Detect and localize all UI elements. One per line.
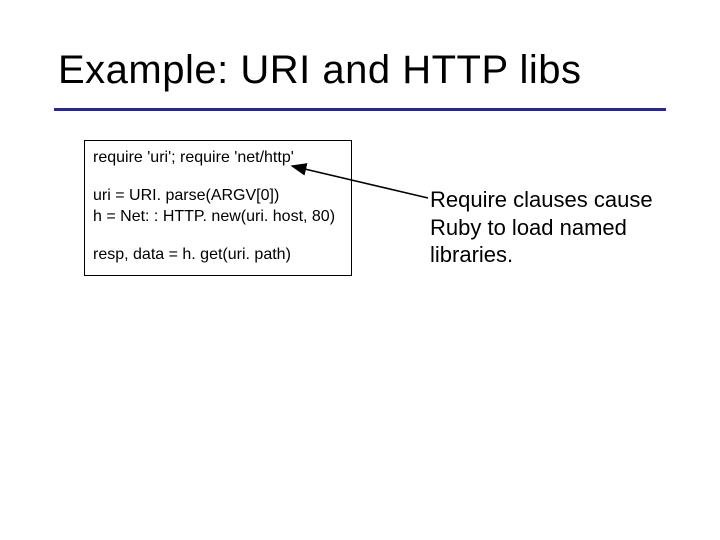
code-blank-1 — [93, 169, 343, 185]
slide-title: Example: URI and HTTP libs — [58, 48, 582, 93]
code-line-4: resp, data = h. get(uri. path) — [93, 244, 343, 266]
code-line-2: uri = URI. parse(ARGV[0]) — [93, 185, 343, 207]
code-blank-2 — [93, 228, 343, 244]
code-line-3: h = Net: : HTTP. new(uri. host, 80) — [93, 206, 343, 228]
code-box: require 'uri'; require 'net/http' uri = … — [84, 140, 352, 276]
annotation-text: Require clauses cause Ruby to load named… — [430, 186, 660, 269]
code-line-1: require 'uri'; require 'net/http' — [93, 147, 343, 169]
title-underline — [54, 108, 666, 111]
